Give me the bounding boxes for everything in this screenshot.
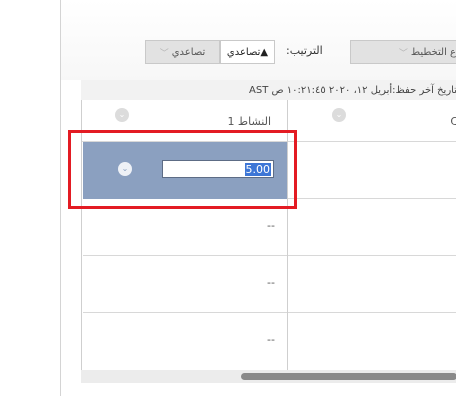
- activity-header-label: النشاط 1: [227, 115, 271, 128]
- last-saved-text: تاريخ آخر حفظ:أبريل ١٢، ٢٠٢٠ ١٠:٢١:٤٥ ص …: [249, 84, 456, 96]
- left-margin: [0, 0, 60, 396]
- activity-value: --: [267, 333, 275, 346]
- toolbar: ع التخطيط ﹀ الترتيب: ▲تصاعدي تصاعدي ﹀: [61, 0, 456, 80]
- sort-label: الترتيب:: [286, 44, 323, 57]
- ascending-label: ▲تصاعدي: [226, 46, 269, 58]
- column-menu-icon[interactable]: ⌄: [115, 108, 129, 122]
- next-column-header[interactable]: ⌄ C: [288, 100, 456, 142]
- table-row[interactable]: --: [83, 313, 287, 370]
- chevron-down-icon: ﹀: [159, 48, 169, 59]
- sort-descending-button[interactable]: تصاعدي ﹀: [145, 40, 220, 64]
- activity-value: --: [267, 219, 275, 232]
- descending-label: تصاعدي: [171, 46, 206, 58]
- next-header-label: C: [450, 115, 456, 128]
- activity-value: --: [267, 276, 275, 289]
- scrollbar-thumb[interactable]: [241, 373, 456, 380]
- plan-sort-button[interactable]: ع التخطيط ﹀: [350, 40, 456, 64]
- plan-sort-label: ع التخطيط: [410, 46, 456, 58]
- table-row[interactable]: --: [83, 256, 287, 313]
- horizontal-scrollbar[interactable]: [81, 370, 456, 383]
- table-row[interactable]: [288, 256, 456, 313]
- sort-ascending-button[interactable]: ▲تصاعدي: [220, 40, 275, 64]
- column-menu-icon[interactable]: ⌄: [332, 108, 346, 122]
- table-row[interactable]: [288, 199, 456, 256]
- last-saved-bar: تاريخ آخر حفظ:أبريل ١٢، ٢٠٢٠ ١٠:٢١:٤٥ ص …: [81, 80, 456, 101]
- table-row[interactable]: [288, 142, 456, 199]
- highlight-box: [68, 130, 297, 209]
- chevron-down-icon: ﹀: [398, 48, 408, 59]
